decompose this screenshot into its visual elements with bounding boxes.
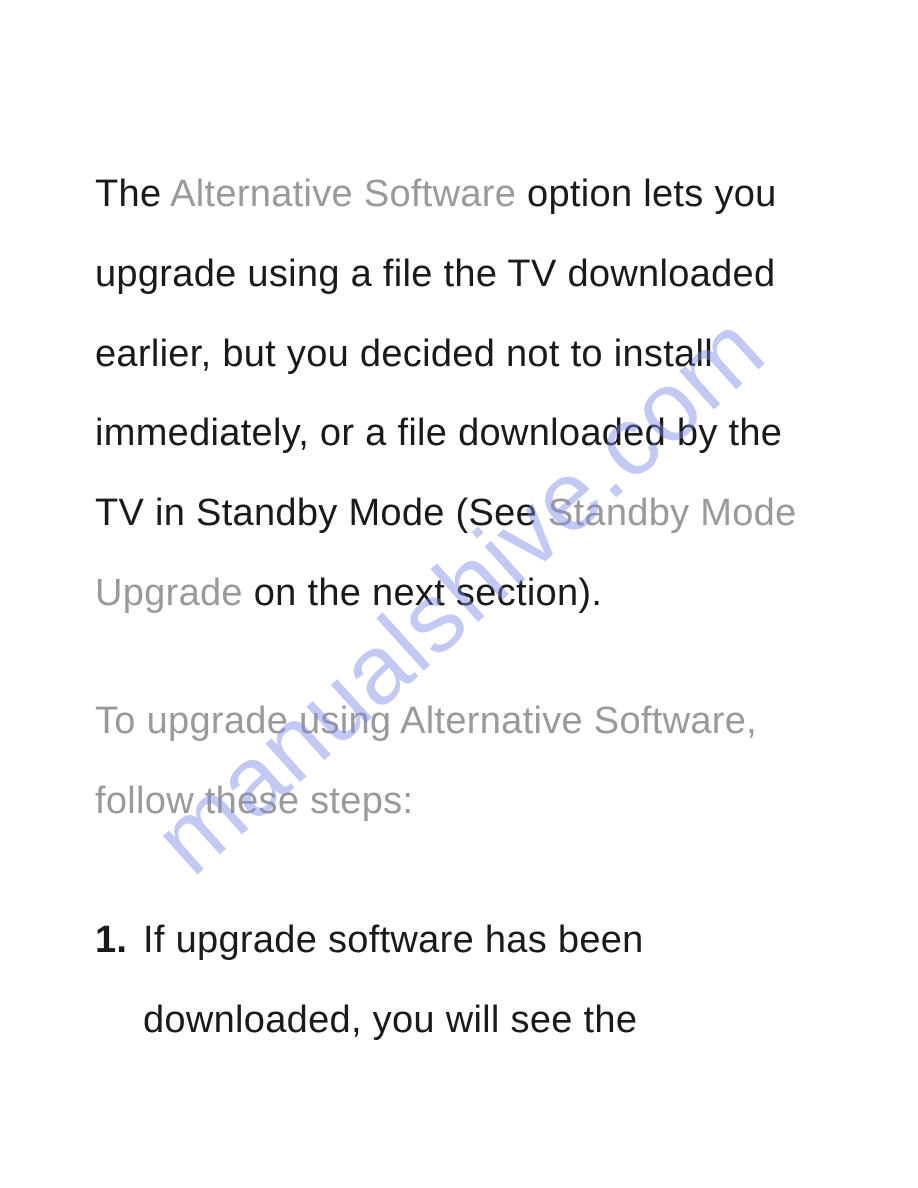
list-number: 1. [95,901,131,1061]
text-segment: The [95,173,170,215]
paragraph-steps-intro: To upgrade using Alternative Software, f… [95,682,823,842]
steps-list: 1. If upgrade software has been download… [95,901,823,1061]
list-text: If upgrade software has been downloaded,… [143,901,823,1061]
list-item: 1. If upgrade software has been download… [95,901,823,1061]
text-segment: option lets you upgrade using a file the… [95,173,782,534]
paragraph-alternative-software: The Alternative Software option lets you… [95,155,823,634]
document-content: The Alternative Software option lets you… [0,0,918,1061]
text-segment: on the next section). [243,572,602,614]
term-alternative-software: Alternative Software [170,173,516,215]
